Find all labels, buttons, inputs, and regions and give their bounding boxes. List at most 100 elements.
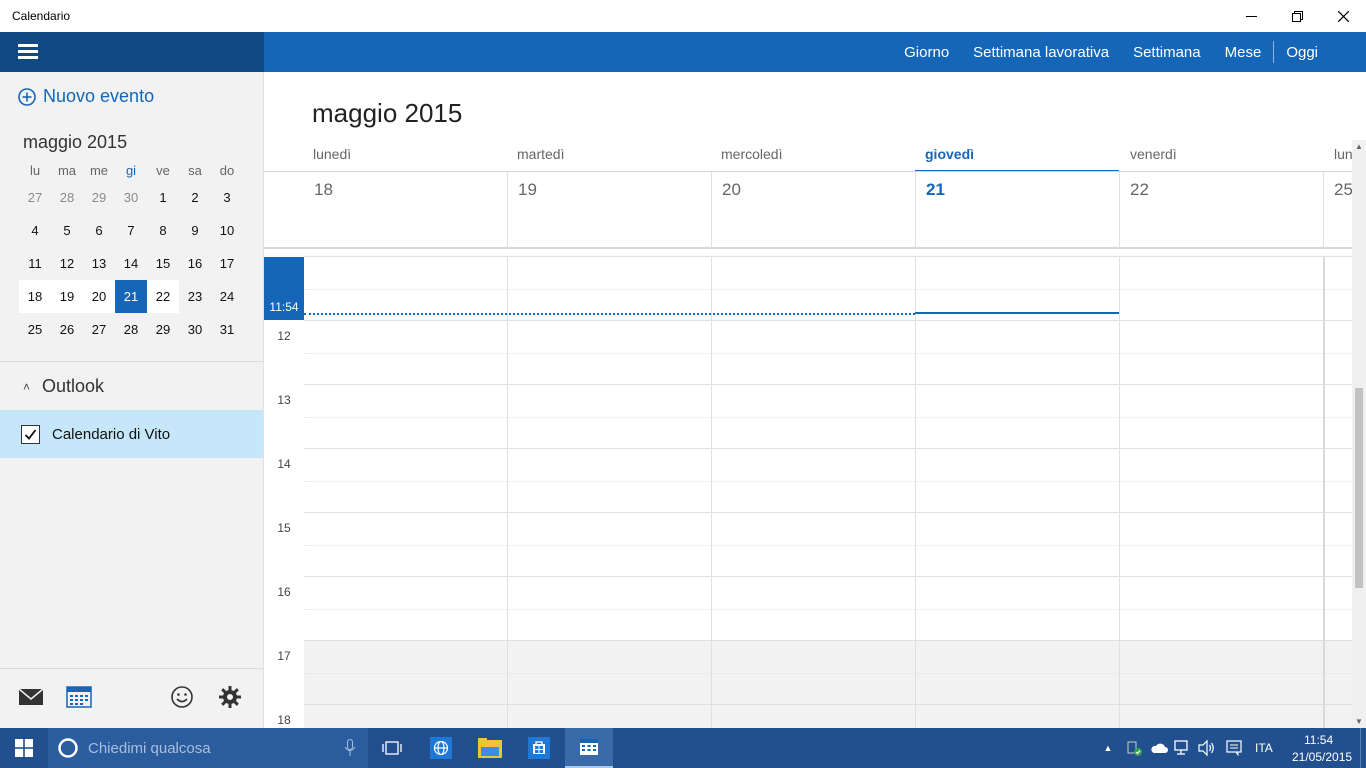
minimize-button[interactable]	[1228, 0, 1274, 32]
current-time-marker: 11:54	[264, 257, 304, 320]
view-week-button[interactable]: Settimana	[1121, 44, 1213, 61]
mini-day[interactable]: 13	[83, 247, 115, 280]
show-desktop-button[interactable]	[1360, 728, 1366, 768]
date-cell[interactable]: 20	[711, 172, 915, 248]
vertical-scrollbar[interactable]: ▲ ▼	[1352, 140, 1366, 728]
hour-slot[interactable]	[304, 512, 1352, 576]
mini-day[interactable]: 18	[19, 280, 51, 313]
cortana-icon	[58, 738, 78, 758]
mini-day[interactable]: 29	[83, 181, 115, 214]
close-button[interactable]	[1320, 0, 1366, 32]
view-day-button[interactable]: Giorno	[892, 44, 961, 61]
mini-day[interactable]: 9	[179, 214, 211, 247]
volume-icon[interactable]	[1196, 728, 1218, 768]
action-center-icon[interactable]	[1222, 728, 1246, 768]
window-title: Calendario	[12, 9, 71, 23]
clock-date[interactable]: 21/05/2015	[1292, 750, 1352, 764]
view-month-button[interactable]: Mese	[1213, 44, 1274, 61]
mini-day[interactable]: 7	[115, 214, 147, 247]
new-event-label: Nuovo evento	[43, 86, 155, 106]
sidebar: Nuovo evento maggio 2015 lu ma me gi ve …	[0, 72, 264, 728]
mini-day[interactable]: 15	[147, 247, 179, 280]
hour-slot[interactable]	[304, 256, 1352, 320]
mini-day[interactable]: 3	[211, 181, 243, 214]
scroll-up-icon[interactable]: ▲	[1354, 142, 1364, 151]
onedrive-cloud-icon[interactable]	[1148, 728, 1170, 768]
microphone-icon[interactable]	[344, 739, 356, 757]
scrollbar-thumb[interactable]	[1355, 388, 1363, 588]
hour-slot[interactable]	[304, 576, 1352, 640]
clock-time[interactable]: 11:54	[1304, 733, 1333, 747]
plus-circle-icon	[18, 87, 36, 106]
feedback-smiley-icon[interactable]	[169, 685, 195, 709]
hour-slot[interactable]	[304, 640, 1352, 704]
date-cell[interactable]: 19	[507, 172, 711, 248]
mini-day[interactable]: 20	[83, 280, 115, 313]
date-cell[interactable]: 18	[304, 172, 508, 248]
new-event-button[interactable]: Nuovo evento	[18, 86, 154, 107]
mini-day[interactable]: 19	[51, 280, 83, 313]
hour-slot[interactable]	[304, 384, 1352, 448]
language-indicator[interactable]: ITA	[1255, 741, 1273, 755]
mini-day[interactable]: 29	[147, 313, 179, 346]
hour-slot[interactable]	[304, 704, 1352, 728]
date-cell[interactable]: 22	[1119, 172, 1323, 248]
mini-day[interactable]: 28	[115, 313, 147, 346]
calendar-checkbox[interactable]	[21, 424, 40, 444]
mini-day[interactable]: 10	[211, 214, 243, 247]
mini-day[interactable]: 25	[19, 313, 51, 346]
hamburger-menu-icon[interactable]	[18, 44, 38, 60]
mini-day[interactable]: 6	[83, 214, 115, 247]
hour-slot[interactable]	[304, 320, 1352, 384]
mini-day[interactable]: 24	[211, 280, 243, 313]
show-hidden-icons-chevron-icon[interactable]: ▲	[1100, 728, 1116, 768]
time-grid[interactable]: 11:54 12 13 14 15 16 17 18	[264, 256, 1352, 728]
start-button[interactable]	[0, 728, 48, 768]
mini-calendar-weekdays: lu ma me gi ve sa do	[19, 159, 243, 181]
mini-day[interactable]: 11	[19, 247, 51, 280]
mini-day[interactable]: 30	[179, 313, 211, 346]
mini-day[interactable]: 5	[51, 214, 83, 247]
mini-day[interactable]: 2	[179, 181, 211, 214]
calendar-app-taskbar-icon[interactable]	[565, 728, 613, 768]
mini-day[interactable]: 27	[19, 181, 51, 214]
hour-label: 13	[277, 393, 291, 407]
mini-day[interactable]: 23	[179, 280, 211, 313]
weekday-label: sa	[188, 162, 202, 178]
restore-button[interactable]	[1274, 0, 1320, 32]
mini-day[interactable]: 26	[51, 313, 83, 346]
calendar-item[interactable]: Calendario di Vito	[0, 410, 263, 458]
mini-calendar-title[interactable]: maggio 2015	[23, 132, 127, 153]
today-button[interactable]: Oggi	[1274, 44, 1330, 61]
mini-day[interactable]: 1	[147, 181, 179, 214]
mini-day[interactable]: 16	[179, 247, 211, 280]
browser-icon[interactable]	[418, 728, 464, 768]
mini-day[interactable]: 28	[51, 181, 83, 214]
hour-slot[interactable]	[304, 448, 1352, 512]
network-icon[interactable]	[1172, 728, 1194, 768]
mini-day[interactable]: 17	[211, 247, 243, 280]
day-name: lunedì	[313, 146, 352, 162]
mini-day[interactable]: 30	[115, 181, 147, 214]
mini-calendar: lu ma me gi ve sa do 27 28 29 30 1 2 3 4…	[19, 159, 243, 346]
mini-day[interactable]: 12	[51, 247, 83, 280]
search-box[interactable]: Chiedimi qualcosa	[48, 728, 368, 768]
mini-day[interactable]: 8	[147, 214, 179, 247]
store-icon[interactable]	[516, 728, 562, 768]
mini-day[interactable]: 4	[19, 214, 51, 247]
mail-icon[interactable]	[18, 685, 44, 709]
mini-day[interactable]: 27	[83, 313, 115, 346]
mini-day[interactable]: 22	[147, 280, 179, 313]
security-shield-icon[interactable]	[1122, 728, 1146, 768]
task-view-icon[interactable]	[370, 728, 414, 768]
settings-gear-icon[interactable]	[217, 685, 243, 709]
calendar-icon[interactable]	[66, 685, 92, 709]
file-explorer-icon[interactable]	[467, 728, 513, 768]
view-work-week-button[interactable]: Settimana lavorativa	[961, 44, 1121, 61]
mini-day[interactable]: 31	[211, 313, 243, 346]
account-group-outlook[interactable]: ˄ Outlook	[23, 376, 104, 397]
scroll-down-icon[interactable]: ▼	[1354, 717, 1364, 726]
date-cell-today[interactable]: 21	[915, 172, 1119, 248]
mini-day-today[interactable]: 21	[115, 280, 147, 313]
mini-day[interactable]: 14	[115, 247, 147, 280]
